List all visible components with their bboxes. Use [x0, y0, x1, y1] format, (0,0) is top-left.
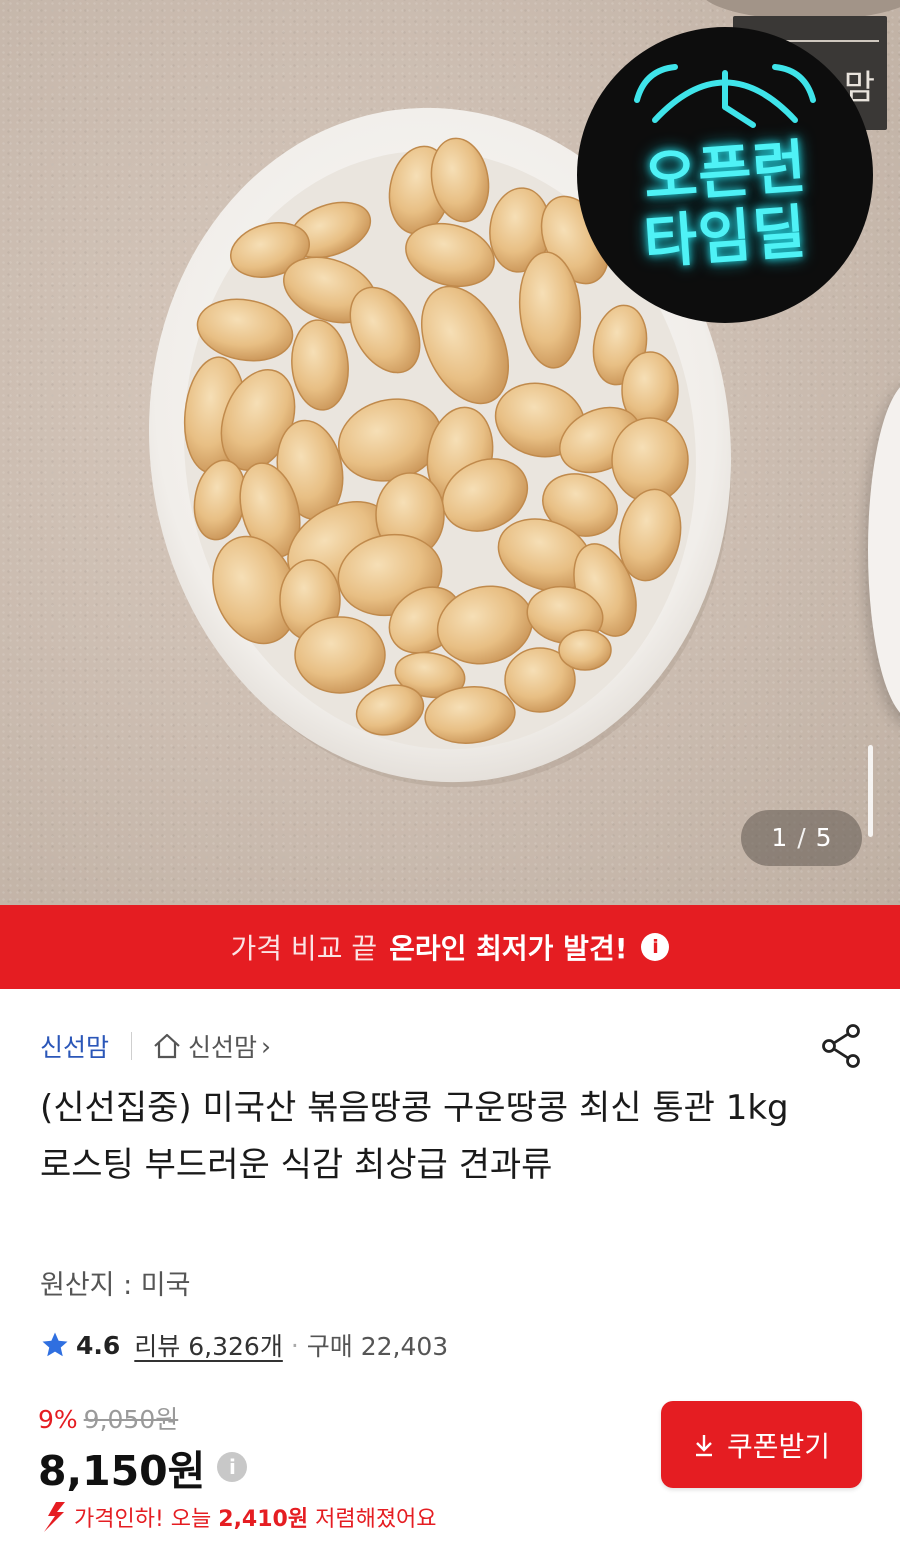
store-link[interactable]: 신선맘 › [152, 1028, 271, 1064]
banner-highlight: 온라인 최저가 발견! [389, 932, 628, 965]
purchase-count: 구매 22,403 [306, 1332, 449, 1361]
store-name: 신선맘 [188, 1033, 258, 1062]
seller-link[interactable]: 신선맘 [40, 1028, 109, 1064]
price-drop-amount: 2,410원 [218, 1507, 309, 1532]
chevron-right-icon: › [261, 1031, 272, 1061]
product-title: (신선집중) 미국산 볶음땅콩 구운땅콩 최신 통관 1kg 로스팅 부드러운 … [40, 1088, 789, 1185]
price-drop-prefix: 가격인하! 오늘 [74, 1507, 212, 1532]
divider [131, 1032, 133, 1060]
price-row: 8,150원 i [38, 1437, 248, 1497]
star-icon [42, 1332, 68, 1357]
price-drop-notice: 가격인하! 오늘 2,410원 저렴해졌어요 [38, 1500, 437, 1534]
price-info-icon[interactable]: i [217, 1452, 248, 1482]
separator-dot: · [290, 1330, 299, 1360]
page-total: 5 [815, 823, 832, 852]
price-down-arrow-icon [44, 1502, 65, 1532]
product-image-carousel[interactable]: 맘 오픈런 타임딜 1 / 5 [0, 0, 900, 905]
rating-row: 4.6 리뷰 6,326개 · 구매 22,403 [40, 1325, 448, 1365]
discount-row: 9% 9,050원 [38, 1400, 178, 1436]
seller-row: 신선맘 신선맘 › [40, 1024, 271, 1068]
scroll-indicator [868, 745, 873, 837]
info-icon[interactable]: i [641, 933, 670, 961]
page-separator: / [797, 823, 806, 852]
get-coupon-button[interactable]: 쿠폰받기 [661, 1401, 862, 1488]
deal-badge-line2: 타임딜 [641, 197, 810, 277]
origin-label: 원산지 : 미국 [40, 1270, 191, 1301]
rating-score: 4.6 [76, 1330, 121, 1360]
share-icon[interactable] [820, 1023, 864, 1069]
price-drop-suffix: 저렴해졌어요 [315, 1507, 437, 1532]
final-price: 8,150원 [38, 1447, 206, 1495]
discount-rate: 9% [38, 1405, 78, 1434]
image-page-counter: 1 / 5 [741, 810, 862, 866]
page-current: 1 [771, 823, 788, 852]
banner-text: 가격 비교 끝 [230, 932, 378, 965]
original-price: 9,050원 [83, 1405, 179, 1434]
lowest-price-banner[interactable]: 가격 비교 끝 온라인 최저가 발견! i [0, 905, 900, 989]
download-icon [695, 1434, 712, 1456]
coupon-button-label: 쿠폰받기 [726, 1429, 831, 1463]
review-count-link[interactable]: 리뷰 6,326개 [134, 1327, 283, 1363]
home-icon [154, 1033, 180, 1059]
